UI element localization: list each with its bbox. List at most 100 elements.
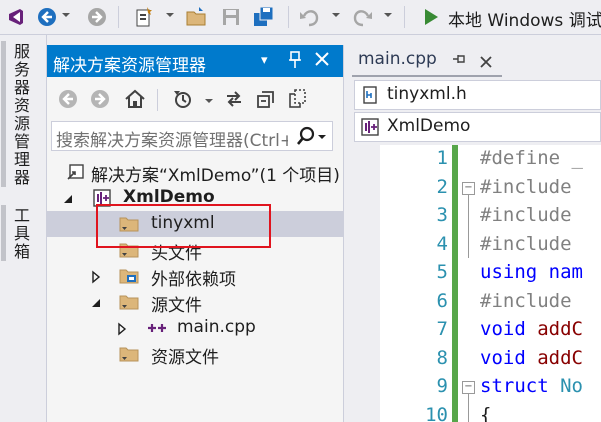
collapsed-arrow-icon[interactable] bbox=[115, 321, 129, 336]
tree-node-external-dependencies[interactable]: 外部依赖项 bbox=[47, 263, 343, 290]
search-input[interactable]: 搜索解决方案资源管理器(Ctrl+;) bbox=[56, 126, 288, 151]
start-debugging-icon[interactable] bbox=[420, 4, 442, 30]
code-text: struct No bbox=[480, 375, 583, 397]
save-icon[interactable] bbox=[220, 4, 242, 30]
auto-hide-pin-icon[interactable] bbox=[288, 51, 302, 74]
undo-dropdown-caret[interactable] bbox=[332, 13, 340, 17]
tab-main-cpp[interactable]: main.cpp bbox=[352, 45, 502, 77]
code-token: #include bbox=[480, 175, 583, 198]
tree-node-project[interactable]: XmlDemo bbox=[47, 185, 343, 211]
change-marker bbox=[452, 287, 458, 316]
code-token: #include bbox=[480, 204, 583, 226]
change-marker bbox=[452, 401, 458, 422]
tree-node-filter-header-files[interactable]: 头文件 bbox=[47, 237, 343, 264]
tree-node-filter-resource-files[interactable]: 资源文件 bbox=[47, 341, 343, 368]
change-marker bbox=[452, 173, 458, 202]
code-token: #include bbox=[480, 232, 583, 255]
tree-node-label: main.cpp bbox=[177, 317, 256, 337]
code-text: #include bbox=[480, 233, 583, 255]
undo-icon[interactable] bbox=[298, 4, 322, 30]
redo-icon[interactable] bbox=[350, 4, 374, 30]
vs-logo-icon bbox=[6, 4, 26, 30]
code-token: void bbox=[480, 318, 526, 340]
redo-dropdown-caret[interactable] bbox=[384, 13, 392, 17]
debug-target-label[interactable]: 本地 Windows 调试 bbox=[448, 6, 601, 31]
scope-navigation-combo[interactable]: XmlDemo bbox=[354, 112, 601, 142]
cpp-project-icon bbox=[93, 189, 111, 207]
sync-with-active-document-icon[interactable] bbox=[223, 86, 245, 112]
line-number: 1 bbox=[436, 147, 448, 169]
code-token: addC bbox=[537, 346, 583, 369]
solution-explorer-panel: 解决方案资源管理器 ▾ 搜索解决方案资源管理器(Ctrl+;) 解决方案“Xml… bbox=[47, 45, 344, 422]
tree-node-label: tinyxml bbox=[151, 213, 215, 233]
pin-tab-icon[interactable] bbox=[452, 51, 466, 70]
solution-icon bbox=[67, 163, 85, 181]
tree-node-file-main-cpp[interactable]: main.cpp bbox=[47, 315, 343, 341]
code-token: #include bbox=[480, 289, 583, 312]
new-project-icon[interactable] bbox=[132, 4, 156, 30]
home-icon[interactable] bbox=[123, 86, 147, 112]
change-marker bbox=[452, 230, 458, 259]
tree-node-filter-source-files[interactable]: 源文件 bbox=[47, 289, 343, 316]
new-project-dropdown-caret[interactable] bbox=[166, 13, 174, 17]
file-navigation-combo[interactable]: tinyxml.h bbox=[354, 80, 601, 110]
code-token: void bbox=[480, 346, 526, 369]
navigate-forward-icon[interactable] bbox=[86, 4, 108, 30]
code-line[interactable]: 4 #include bbox=[352, 230, 601, 259]
code-text: using nam bbox=[480, 261, 583, 283]
window-position-dropdown-icon[interactable]: ▾ bbox=[261, 51, 268, 71]
code-line[interactable]: 3 #include bbox=[352, 202, 601, 231]
code-line[interactable]: 5 using nam bbox=[352, 259, 601, 288]
collapse-region-icon[interactable]: − bbox=[462, 181, 475, 195]
close-icon[interactable] bbox=[315, 51, 329, 71]
toolbar-separator bbox=[118, 6, 119, 28]
code-line[interactable]: 2 #include bbox=[352, 173, 601, 202]
change-marker bbox=[452, 373, 458, 402]
tree-node-filter-tinyxml[interactable]: tinyxml bbox=[47, 211, 343, 237]
back-dropdown-caret[interactable] bbox=[62, 13, 70, 17]
tab-label: main.cpp bbox=[358, 49, 437, 69]
navigate-back-icon[interactable] bbox=[36, 4, 58, 30]
code-token: using bbox=[480, 261, 538, 283]
main-toolbar: 本地 Windows 调试 bbox=[0, 0, 601, 35]
solution-explorer-search-box[interactable]: 搜索解决方案资源管理器(Ctrl+;) bbox=[51, 121, 333, 151]
collapsed-arrow-icon[interactable] bbox=[89, 269, 103, 284]
tree-node-label: 资源文件 bbox=[151, 348, 219, 368]
code-line[interactable]: 1 #define _ bbox=[352, 145, 601, 174]
collapse-all-icon[interactable] bbox=[255, 86, 277, 112]
forward-icon[interactable] bbox=[89, 86, 111, 112]
expanded-arrow-icon[interactable] bbox=[61, 191, 75, 205]
toolbox-tab[interactable]: 工具箱 bbox=[8, 207, 32, 261]
filter-folder-icon bbox=[119, 345, 139, 363]
code-token: { bbox=[480, 403, 492, 422]
code-line[interactable]: 10 { bbox=[352, 401, 601, 422]
code-area[interactable]: 1 #define _ 2 #include 3 #include 4 #include … bbox=[352, 145, 601, 422]
collapse-region-icon[interactable]: − bbox=[462, 381, 475, 394]
code-line[interactable]: 8 void addC bbox=[352, 344, 601, 373]
tree-node-label: XmlDemo bbox=[123, 187, 215, 207]
search-icon[interactable] bbox=[296, 126, 316, 150]
line-number: 4 bbox=[436, 232, 448, 255]
code-line[interactable]: 7 void addC bbox=[352, 316, 601, 345]
code-editor-pane: main.cpp tinyxml.h XmlDemo 1 #define _ 2 #i… bbox=[352, 45, 601, 422]
server-explorer-tab[interactable]: 服务器资源管理器 bbox=[8, 43, 32, 187]
code-line[interactable]: 9 struct No bbox=[352, 373, 601, 402]
tree-node-solution[interactable]: 解决方案“XmlDemo”(1 个项目) bbox=[47, 159, 343, 186]
back-icon[interactable] bbox=[57, 86, 79, 112]
cpp-project-icon bbox=[361, 118, 379, 140]
code-text: #include bbox=[480, 176, 583, 198]
expanded-arrow-icon[interactable] bbox=[89, 295, 103, 309]
code-line[interactable]: 6 #include bbox=[352, 287, 601, 316]
close-tab-icon[interactable] bbox=[480, 53, 492, 72]
tree-node-label: 外部依赖项 bbox=[151, 270, 236, 290]
filter-dropdown-caret[interactable] bbox=[205, 99, 213, 103]
pending-changes-filter-icon[interactable] bbox=[171, 86, 195, 112]
filter-folder-icon bbox=[119, 241, 139, 259]
line-number: 3 bbox=[436, 204, 448, 226]
open-file-icon[interactable] bbox=[184, 4, 210, 30]
tree-node-label: 头文件 bbox=[151, 244, 202, 264]
search-options-caret[interactable] bbox=[318, 135, 326, 139]
save-all-icon[interactable] bbox=[252, 4, 276, 30]
show-all-files-icon[interactable] bbox=[287, 86, 309, 112]
